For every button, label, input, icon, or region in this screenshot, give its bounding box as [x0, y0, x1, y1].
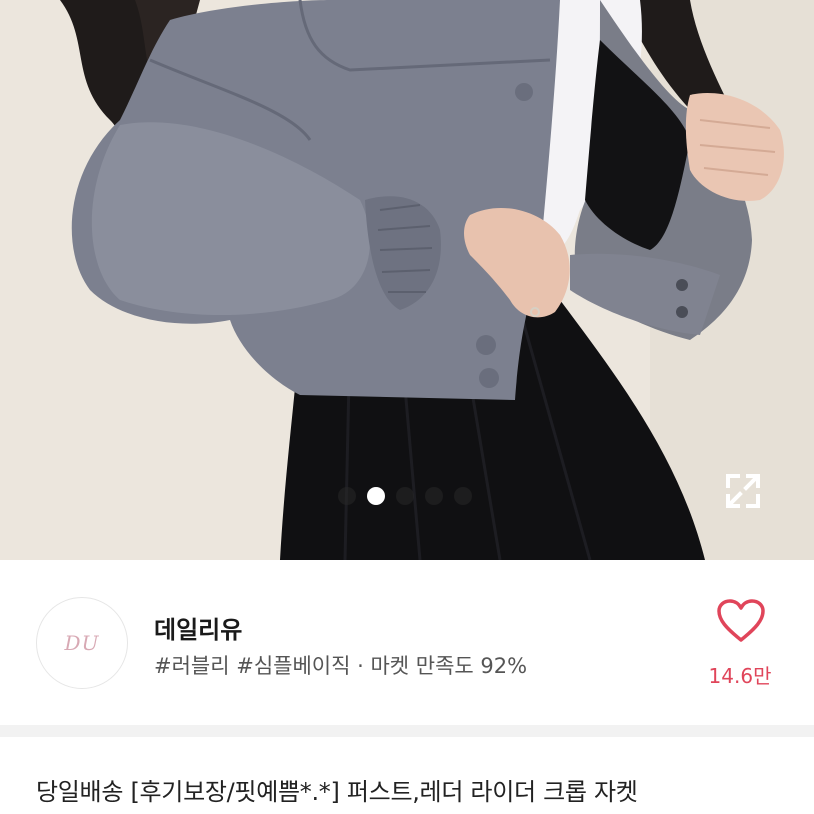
product-photo-illustration [0, 0, 814, 560]
expand-icon[interactable] [722, 470, 764, 512]
heart-icon[interactable] [716, 598, 766, 644]
shop-logo[interactable]: DU [36, 597, 128, 689]
shop-tags: #러블리 #심플베이직 · 마켓 만족도 92% [154, 654, 528, 678]
product-title: 당일배송 [후기보장/핏예쁨*.*] 퍼스트,레더 라이더 크롭 자켓 [36, 778, 638, 806]
gallery-dot[interactable] [338, 487, 356, 505]
section-divider [0, 725, 814, 737]
gallery-dot[interactable] [396, 487, 414, 505]
gallery-dot[interactable] [425, 487, 443, 505]
gallery-dot-active[interactable] [367, 487, 385, 505]
gallery-dot[interactable] [454, 487, 472, 505]
gallery-page-indicator[interactable] [338, 487, 472, 505]
product-image[interactable] [0, 0, 814, 560]
shop-name[interactable]: 데일리유 [154, 610, 242, 645]
shop-info-row[interactable]: DU 데일리유 #러블리 #심플베이직 · 마켓 만족도 92% 14.6만 [0, 560, 814, 725]
like-count: 14.6만 [708, 664, 772, 688]
shop-logo-text: DU [64, 631, 100, 655]
